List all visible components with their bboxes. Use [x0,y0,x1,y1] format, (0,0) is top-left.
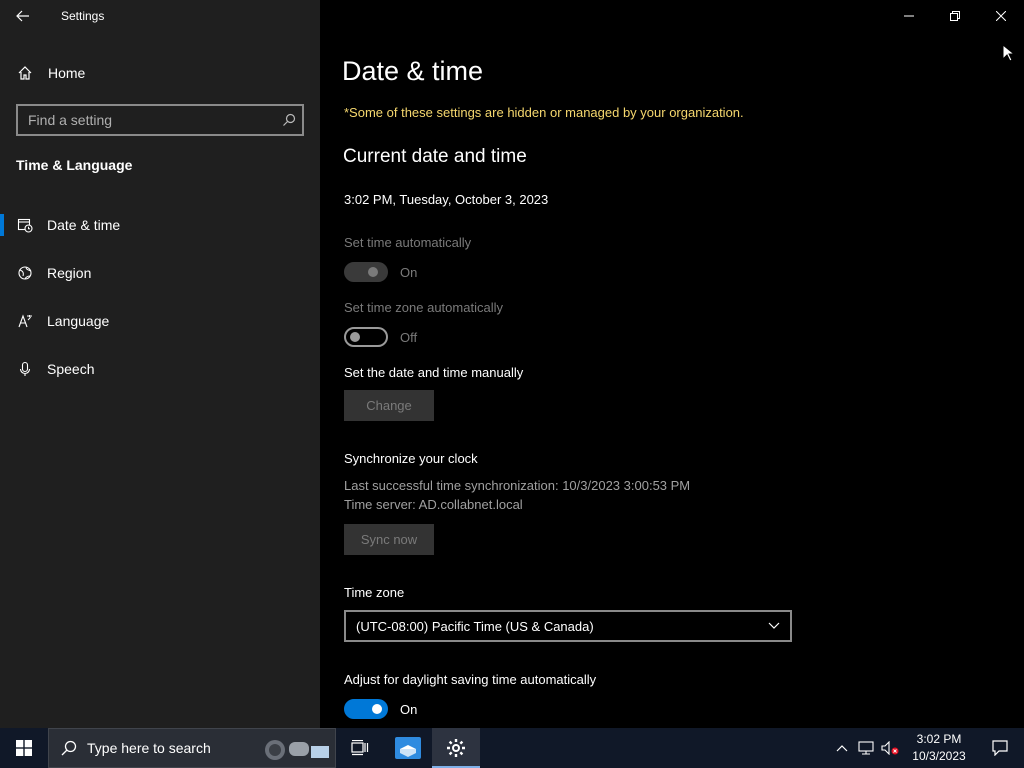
network-icon [858,741,874,755]
sidebar-item-label: Language [47,313,110,329]
active-indicator [0,214,4,236]
set-tz-auto-toggle[interactable] [344,327,388,347]
action-center-button[interactable] [976,728,1024,768]
window-controls [886,0,1024,32]
language-icon [16,312,34,330]
find-setting-search[interactable] [16,104,304,136]
network-button[interactable] [854,728,878,768]
home-nav-item[interactable]: Home [16,60,85,86]
dst-label: Adjust for daylight saving time automati… [344,672,597,687]
sidebar-item-label: Speech [47,361,95,377]
page-title: Date & time [342,56,484,86]
minimize-button[interactable] [886,0,932,32]
windows-logo-icon [16,740,32,756]
set-tz-auto-state: Off [400,329,418,345]
time-zone-label: Time zone [344,585,405,600]
notification-icon [992,740,1008,756]
sidebar-item-label: Region [47,265,92,281]
microphone-icon [16,360,34,378]
search-icon[interactable] [276,113,302,127]
close-icon [996,11,1006,21]
sync-clock-title: Synchronize your clock [344,451,478,466]
show-hidden-icons-button[interactable] [830,728,854,768]
chevron-up-icon [836,745,848,752]
taskbar-app-settings[interactable] [432,728,480,768]
sidebar-item-date-time[interactable]: Date & time [0,205,320,245]
back-arrow-icon [16,10,29,22]
gear-icon [447,739,465,757]
set-tz-auto-label: Set time zone automatically [344,300,503,315]
dst-toggle[interactable] [344,699,388,719]
sidebar: Settings Home Time & Language Date & tim… [0,0,320,728]
find-setting-input[interactable] [18,112,276,128]
start-button[interactable] [0,728,48,768]
sidebar-item-region[interactable]: Region [0,253,320,293]
section-title: Time & Language [16,157,133,173]
toggle-knob [350,332,360,342]
set-time-auto-state: On [400,264,418,280]
clock-calendar-icon [16,216,34,234]
manual-datetime-label: Set the date and time manually [344,365,524,380]
sidebar-item-language[interactable]: Language [0,301,320,341]
managed-notice: *Some of these settings are hidden or ma… [344,105,744,120]
back-button[interactable] [0,0,46,32]
restore-button[interactable] [932,0,978,32]
sidebar-item-label: Date & time [47,217,121,233]
search-highlight-illustration-icon [265,740,329,760]
toggle-knob [372,704,382,714]
toggle-knob [368,267,378,277]
mouse-cursor-icon [1002,44,1014,62]
search-icon [61,740,77,756]
system-tray: 3:02 PM 10/3/2023 [830,728,1024,768]
globe-icon [16,264,34,282]
clock-date: 10/3/2023 [912,749,966,763]
minimize-icon [904,15,914,17]
taskbar-clock[interactable]: 3:02 PM 10/3/2023 [902,731,976,765]
volume-muted-icon [881,741,899,755]
restore-icon [950,11,960,21]
time-zone-select[interactable]: (UTC-08:00) Pacific Time (US & Canada) [344,610,792,642]
sidebar-item-speech[interactable]: Speech [0,349,320,389]
change-button[interactable]: Change [344,390,434,421]
last-sync-text: Last successful time synchronization: 10… [344,478,691,493]
chevron-down-icon [768,622,780,629]
dst-state: On [400,701,418,717]
taskbar-search-placeholder: Type here to search [87,740,211,756]
task-view-icon [351,740,369,756]
home-icon [16,64,34,82]
set-time-auto-row: On [344,262,417,282]
taskbar-app-box[interactable] [384,728,432,768]
home-label: Home [48,65,86,81]
titlebar-left: Settings [0,0,320,32]
current-section-title: Current date and time [343,146,527,167]
time-server-text: Time server: AD.collabnet.local [344,497,523,512]
volume-button[interactable] [878,728,902,768]
set-time-auto-toggle[interactable] [344,262,388,282]
sync-now-button[interactable]: Sync now [344,524,434,555]
taskbar-search[interactable]: Type here to search [48,728,336,768]
taskbar: Type here to search 3:02 PM 10/3/2023 [0,728,1024,768]
clock-time: 3:02 PM [916,732,962,746]
close-button[interactable] [978,0,1024,32]
app-title: Settings [61,9,105,23]
set-tz-auto-row: Off [344,327,417,347]
main-content: Date & time *Some of these settings are … [320,0,1024,728]
set-time-auto-label: Set time automatically [344,235,472,250]
dst-row: On [344,699,417,719]
box-app-icon [395,737,421,759]
current-datetime: 3:02 PM, Tuesday, October 3, 2023 [344,192,549,207]
time-zone-value: (UTC-08:00) Pacific Time (US & Canada) [356,618,594,634]
task-view-button[interactable] [336,728,384,768]
